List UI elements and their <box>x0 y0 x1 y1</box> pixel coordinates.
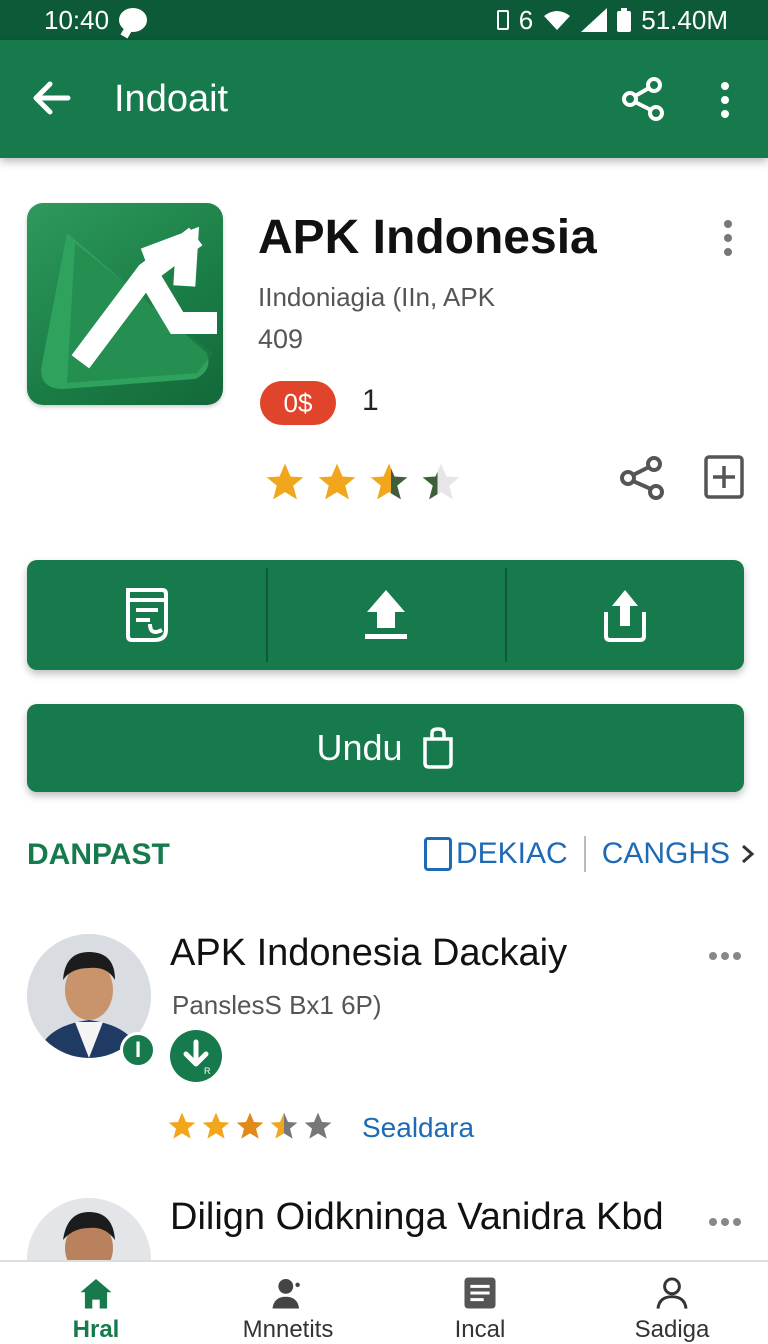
section-link-2[interactable]: CANGHS <box>602 837 730 871</box>
section-link-1[interactable]: DEKIAC <box>456 837 568 871</box>
nav-label: Sadiga <box>634 1316 710 1343</box>
app-name: APK Indonesia <box>258 211 597 264</box>
nav-item-account[interactable]: Sadiga <box>576 1262 768 1344</box>
more-horiz-icon[interactable] <box>708 948 742 960</box>
upload-button[interactable] <box>266 560 505 670</box>
list-icon <box>464 1277 496 1309</box>
status-bar: 10:40 6 51.40M <box>0 0 768 40</box>
status-time-group: 10:40 <box>44 4 148 36</box>
nav-item-home[interactable]: Hral <box>0 1262 192 1344</box>
download-circle-icon[interactable]: R <box>170 1030 222 1082</box>
nav-label: Incal <box>454 1316 506 1343</box>
person-icon <box>272 1278 300 1309</box>
star-icon <box>202 1112 230 1139</box>
app-more-vert-icon[interactable] <box>718 218 738 258</box>
download-button[interactable]: Undu <box>27 704 744 792</box>
list-item-rating-stars <box>166 1110 334 1142</box>
add-box-icon[interactable] <box>704 455 744 499</box>
status-battery-text: 51.40M <box>641 4 728 35</box>
star-icon <box>168 1112 196 1139</box>
section-title: DANPAST <box>27 838 170 871</box>
vibrate-icon <box>496 10 509 30</box>
price-count: 1 <box>362 384 379 417</box>
home-icon <box>80 1278 112 1309</box>
app-version: 409 <box>258 324 304 354</box>
app-bar: Indoait <box>0 40 768 158</box>
svg-text:R: R <box>204 1066 211 1076</box>
list-item-title[interactable]: APK Indonesia Dackaiy <box>170 932 567 975</box>
star-empty-icon <box>304 1112 332 1139</box>
avatar-badge: I <box>120 1032 156 1068</box>
section-divider <box>583 836 586 872</box>
app-logo <box>27 203 223 405</box>
wifi-icon <box>543 9 571 31</box>
nav-item-list[interactable]: Incal <box>384 1262 576 1344</box>
status-signal-text: 6 <box>518 4 534 35</box>
star-empty-icon <box>422 463 460 500</box>
chevron-right-icon[interactable] <box>740 844 756 864</box>
share-icon[interactable] <box>620 76 666 122</box>
battery-icon <box>617 8 632 32</box>
upload-icon <box>364 590 407 639</box>
details-button[interactable] <box>27 560 266 670</box>
star-icon <box>318 463 356 500</box>
chat-notification-icon <box>119 8 148 32</box>
nav-label: Hral <box>72 1316 120 1343</box>
list-item-link[interactable]: Sealdara <box>362 1112 474 1144</box>
section-links: DEKIAC CANGHS <box>424 836 756 872</box>
bottom-navigation: Hral Mnnetits Incal Sadiga <box>0 1260 768 1344</box>
more-horiz-icon[interactable] <box>708 1214 742 1226</box>
box-outline-icon <box>424 837 452 871</box>
share-outline-icon[interactable] <box>618 455 666 501</box>
shopping-bag-icon <box>422 727 453 769</box>
nav-label: Mnnetits <box>242 1316 334 1343</box>
status-time: 10:40 <box>44 4 110 35</box>
export-button[interactable] <box>505 560 744 670</box>
download-button-label: Undu <box>316 727 403 768</box>
status-indicators: 6 51.40M <box>496 4 728 36</box>
star-half-icon <box>270 1112 298 1139</box>
star-icon <box>236 1112 264 1139</box>
signal-icon <box>581 8 608 32</box>
export-icon <box>603 590 646 642</box>
app-bar-title: Indoait <box>114 78 229 120</box>
document-icon <box>125 588 168 642</box>
app-subtitle: IIndoniagia (IIn, APK <box>258 282 496 312</box>
price-badge: 0$ <box>260 381 336 425</box>
nav-item-people[interactable]: Mnnetits <box>192 1262 384 1344</box>
star-half-icon <box>370 463 408 500</box>
more-vert-icon[interactable] <box>710 80 740 120</box>
account-icon <box>656 1277 688 1309</box>
action-button-group <box>27 560 744 670</box>
list-item-subtitle: PanslesS Bx1 6P) <box>172 990 382 1020</box>
star-icon <box>266 463 304 500</box>
app-rating-stars <box>262 460 464 504</box>
back-arrow-icon[interactable] <box>30 76 74 120</box>
list-item-title[interactable]: Dilign Oidkninga Vanidra Kbd <box>170 1196 664 1239</box>
